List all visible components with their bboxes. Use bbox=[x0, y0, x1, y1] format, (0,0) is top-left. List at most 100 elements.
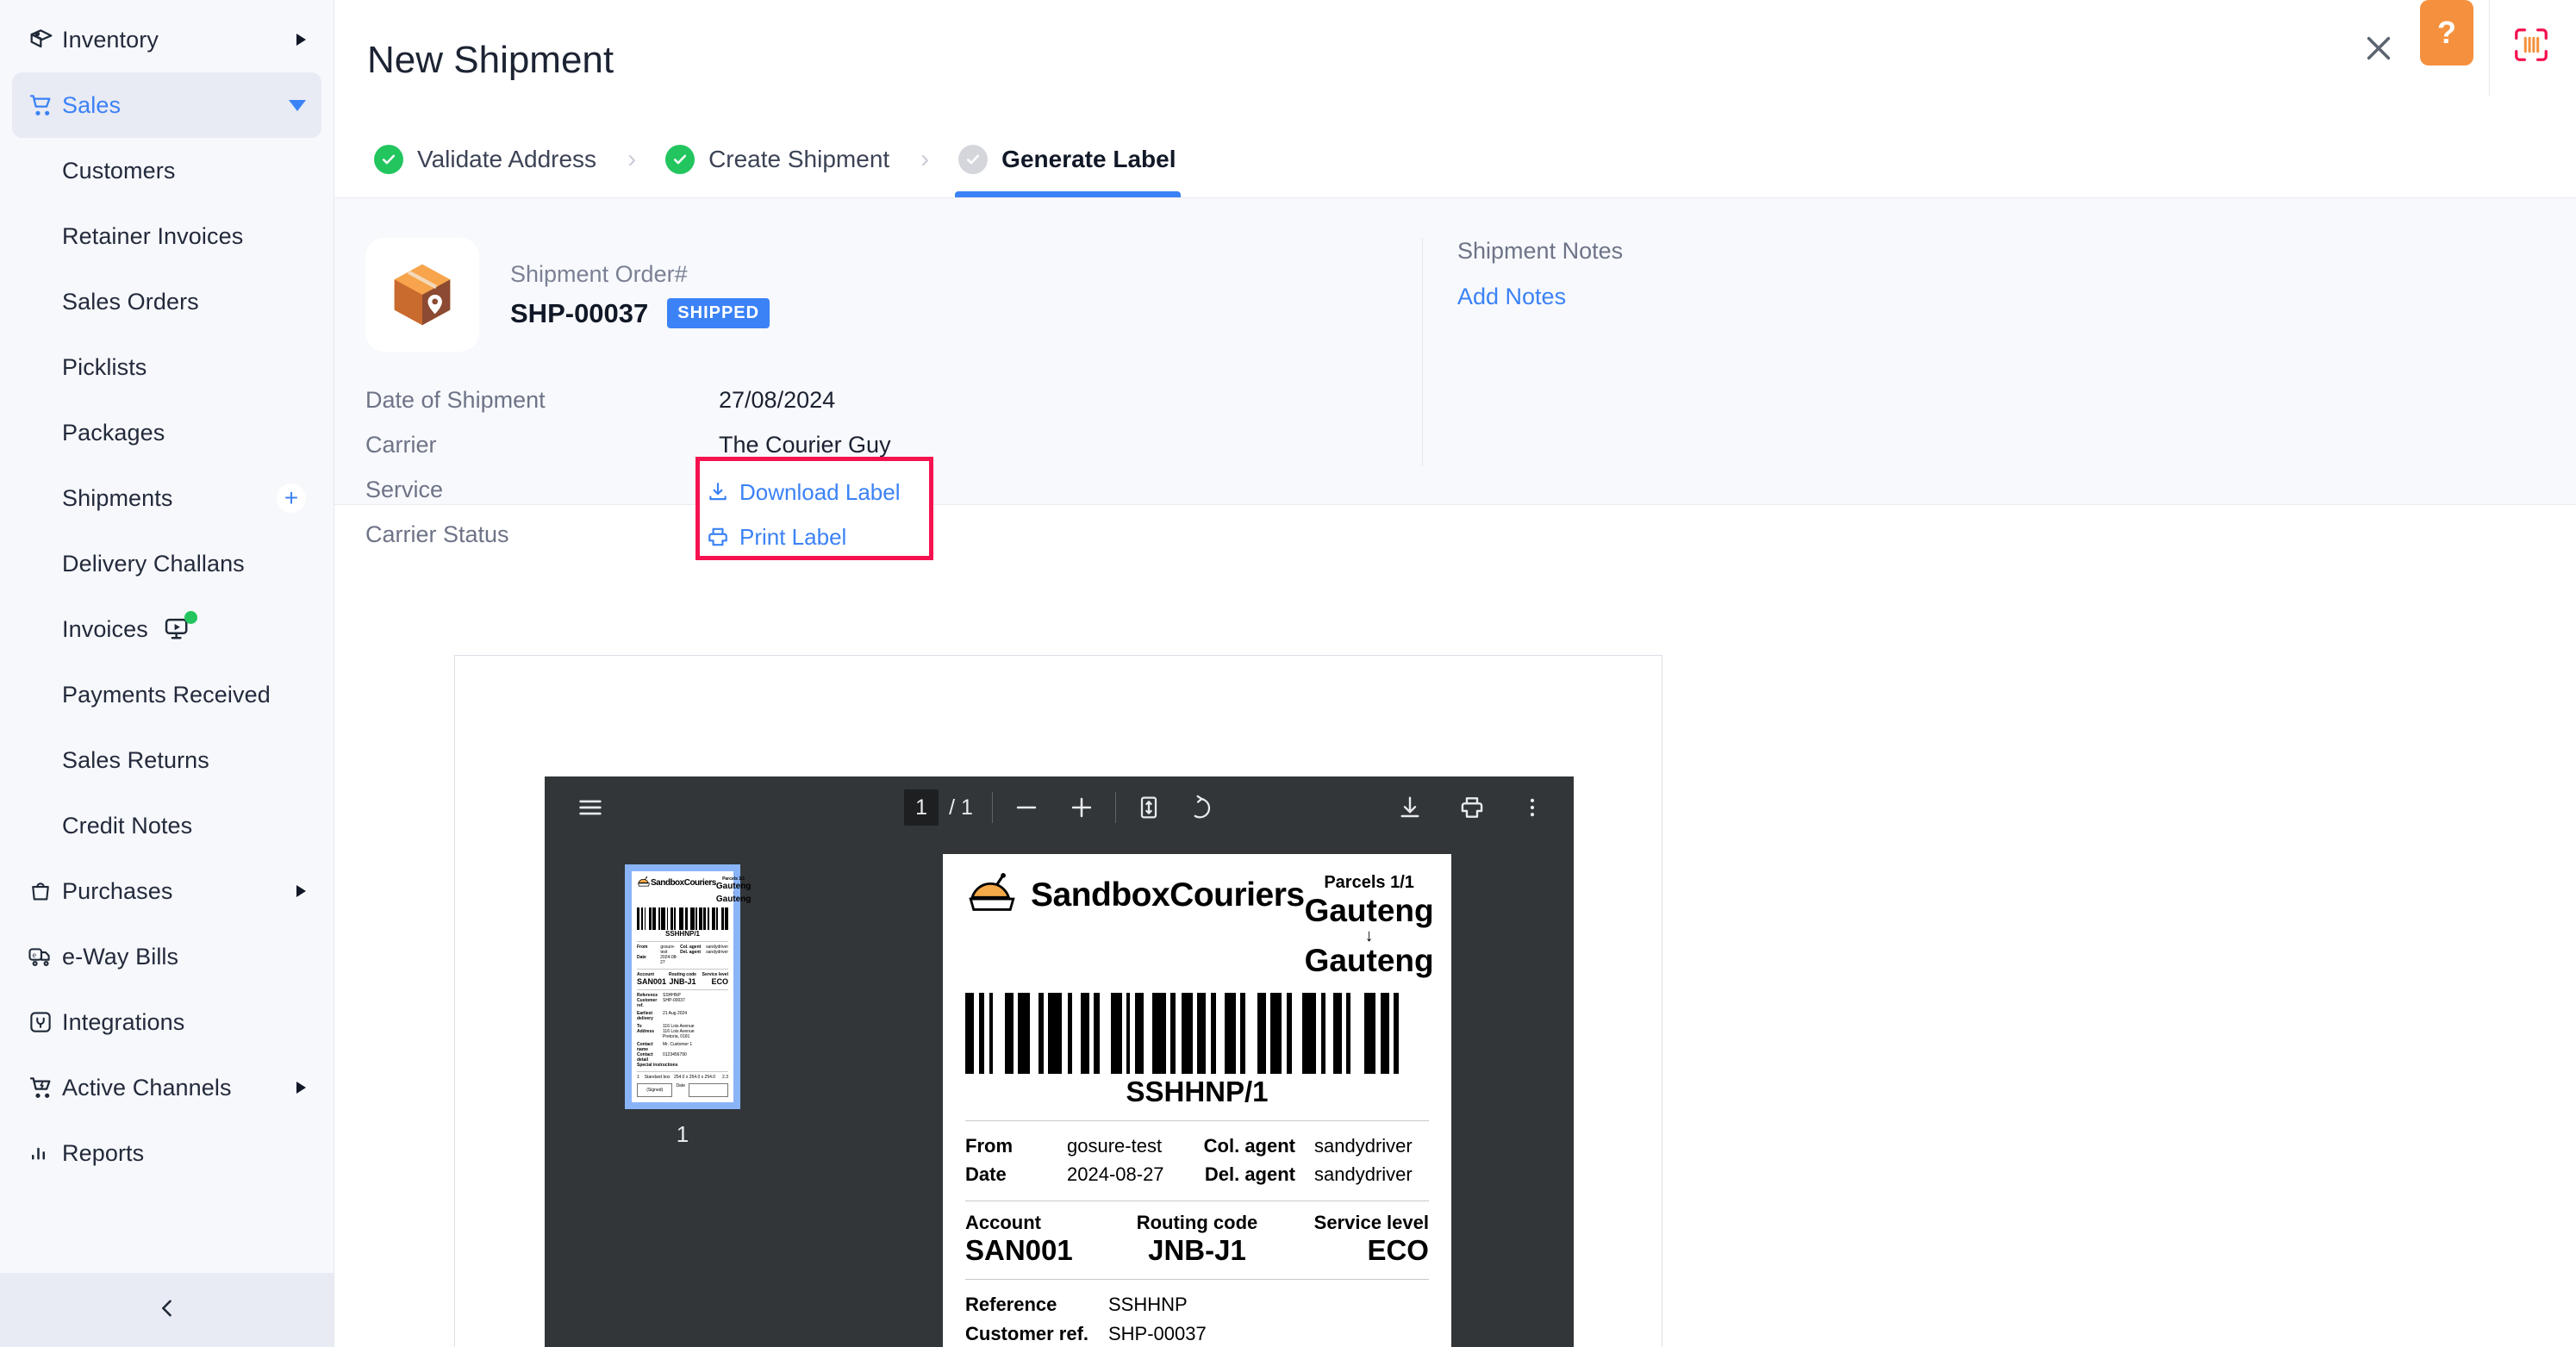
label-parcels: Parcels 1/1 bbox=[1305, 873, 1434, 893]
step-create-shipment[interactable]: Create Shipment bbox=[662, 122, 895, 197]
label-from-agent-grid: Fromgosure-test Date2024-08-27 Col. agen… bbox=[965, 1132, 1429, 1188]
label-value: SHP-00037 bbox=[663, 998, 685, 1008]
zoom-in-button[interactable] bbox=[1067, 793, 1096, 822]
print-label-button[interactable]: Print Label bbox=[707, 514, 929, 559]
pdf-thumbnail-page-1[interactable]: SandboxCouriers Parcels 1/1 Gauteng ↓ Ga… bbox=[625, 864, 740, 1109]
chevron-right-icon bbox=[296, 885, 306, 897]
label-value: Pretoria, 0181 bbox=[663, 1034, 689, 1039]
zoom-out-button[interactable] bbox=[1012, 793, 1041, 822]
shipment-detail-panel: Shipment Order# SHP-00037 SHIPPED Date o… bbox=[334, 198, 2576, 505]
label-key: Date bbox=[637, 955, 660, 965]
video-badge-icon[interactable] bbox=[162, 615, 195, 643]
label-key: Del. agent bbox=[1197, 1160, 1314, 1188]
sidebar-item-label: Credit Notes bbox=[62, 813, 192, 839]
sidebar-item-reports[interactable]: Reports bbox=[12, 1120, 321, 1186]
rotate-button[interactable] bbox=[1187, 794, 1214, 821]
divider bbox=[965, 1120, 1429, 1121]
pdf-toolbar-right bbox=[1396, 794, 1544, 821]
label-account-row: Account SAN001 Routing code JNB-J1 Servi… bbox=[965, 1212, 1429, 1267]
sidebar-item-label: Customers bbox=[62, 158, 175, 184]
step-validate-address[interactable]: Validate Address bbox=[371, 122, 602, 197]
toolbar-divider bbox=[1115, 792, 1116, 823]
label-item-index: 1 bbox=[637, 1075, 639, 1080]
label-key: From bbox=[965, 1132, 1067, 1160]
pdf-thumbnail-rail: SandboxCouriers Parcels 1/1 Gauteng ↓ Ga… bbox=[545, 839, 820, 1347]
step-separator: › bbox=[627, 145, 636, 174]
sidebar-item-sales[interactable]: Sales bbox=[12, 72, 321, 138]
divider bbox=[965, 1279, 1429, 1280]
sidebar-item-purchases[interactable]: Purchases bbox=[12, 858, 321, 924]
cart-bolt-icon bbox=[28, 1074, 62, 1101]
add-notes-link[interactable]: Add Notes bbox=[1457, 284, 2576, 310]
page-number-input[interactable]: 1 bbox=[904, 789, 939, 826]
download-label-button[interactable]: Download Label bbox=[707, 470, 929, 514]
bag-icon bbox=[28, 878, 62, 904]
field-row: Date of Shipment 27/08/2024 bbox=[365, 377, 1422, 422]
label-thumbnail-content: SandboxCouriers Parcels 1/1 Gauteng ↓ Ga… bbox=[637, 876, 728, 1097]
sidebar-item-label: Sales Orders bbox=[62, 289, 199, 315]
pdf-download-button[interactable] bbox=[1396, 794, 1424, 821]
chevron-left-icon bbox=[155, 1294, 179, 1327]
pdf-page-1: SandboxCouriers Parcels 1/1 Gauteng ↓ Ga… bbox=[943, 854, 1451, 1347]
field-value: 27/08/2024 bbox=[719, 387, 835, 414]
download-label-text: Download Label bbox=[739, 479, 900, 506]
divider bbox=[637, 1071, 728, 1072]
label-value: 2024-08-27 bbox=[1067, 1160, 1164, 1188]
toolbar-divider bbox=[992, 792, 993, 823]
label-value: gosure-test bbox=[660, 945, 680, 955]
sidebar-item-customers[interactable]: Customers bbox=[12, 138, 321, 203]
help-button[interactable]: ? bbox=[2420, 0, 2473, 65]
order-id-row: SHP-00037 SHIPPED bbox=[510, 298, 770, 329]
sidebar-item-active-channels[interactable]: Active Channels bbox=[12, 1055, 321, 1120]
label-key: Special instructions bbox=[637, 1063, 678, 1068]
printer-icon bbox=[707, 526, 739, 548]
more-vertical-icon[interactable] bbox=[1520, 794, 1544, 821]
divider bbox=[637, 941, 728, 942]
order-number-label: Shipment Order# bbox=[510, 261, 770, 288]
pdf-thumbnail-number: 1 bbox=[677, 1121, 689, 1148]
sidebar-item-label: Shipments bbox=[62, 485, 172, 512]
package-box-icon bbox=[365, 238, 479, 352]
sidebar-item-delivery-challans[interactable]: Delivery Challans bbox=[12, 531, 321, 596]
label-barcode bbox=[965, 993, 1429, 1074]
fit-page-button[interactable] bbox=[1135, 794, 1163, 821]
label-routing-value: JNB-J1 bbox=[1120, 1234, 1274, 1267]
pdf-print-button[interactable] bbox=[1458, 794, 1486, 821]
sidebar-item-label: Reports bbox=[62, 1140, 144, 1167]
sidebar-item-integrations[interactable]: Integrations bbox=[12, 989, 321, 1055]
sidebar-item-label: Picklists bbox=[62, 354, 147, 381]
sidebar-item-picklists[interactable]: Picklists bbox=[12, 334, 321, 400]
label-barcode bbox=[637, 907, 728, 930]
sidebar-item-eway-bills[interactable]: e e-Way Bills bbox=[12, 924, 321, 989]
sidebar-item-packages[interactable]: Packages bbox=[12, 400, 321, 465]
sidebar-item-sales-returns[interactable]: Sales Returns bbox=[12, 727, 321, 793]
sidebar-item-credit-notes[interactable]: Credit Notes bbox=[12, 793, 321, 858]
order-meta: Shipment Order# SHP-00037 SHIPPED bbox=[510, 261, 770, 329]
close-button[interactable] bbox=[2353, 24, 2404, 76]
sidebar-item-inventory[interactable]: Inventory bbox=[12, 7, 321, 72]
label-destination: Gauteng bbox=[1305, 943, 1434, 979]
label-key: Contact name bbox=[637, 1042, 663, 1052]
label-key: Earliest delivery bbox=[637, 1011, 663, 1021]
add-shipment-button[interactable]: + bbox=[277, 483, 306, 513]
label-account-value: SAN001 bbox=[637, 977, 667, 986]
step-separator: › bbox=[920, 145, 929, 174]
barcode-scan-button[interactable] bbox=[2505, 21, 2557, 72]
label-brand: SandboxCouriers bbox=[651, 878, 716, 888]
page-count: / 1 bbox=[949, 795, 973, 820]
label-value: 21 Aug 2024 bbox=[663, 1011, 687, 1021]
label-value: SHP-00037 bbox=[1108, 1319, 1207, 1347]
sidebar-collapse-button[interactable] bbox=[0, 1273, 334, 1347]
field-key: Service bbox=[365, 477, 719, 503]
sidebar-item-sales-orders[interactable]: Sales Orders bbox=[12, 269, 321, 334]
divider bbox=[637, 989, 728, 990]
sidebar-item-shipments[interactable]: Shipments + bbox=[12, 465, 321, 531]
label-destination: Gauteng bbox=[716, 895, 752, 904]
label-item-name: Standard box bbox=[645, 1075, 671, 1080]
sidebar-item-invoices[interactable]: Invoices bbox=[12, 596, 321, 662]
sidebar-item-retainer-invoices[interactable]: Retainer Invoices bbox=[12, 203, 321, 269]
step-generate-label[interactable]: Generate Label bbox=[955, 122, 1181, 197]
check-circle-icon bbox=[665, 145, 695, 174]
sidebar-item-payments-received[interactable]: Payments Received bbox=[12, 662, 321, 727]
label-value: 0123456790 bbox=[663, 1052, 687, 1063]
